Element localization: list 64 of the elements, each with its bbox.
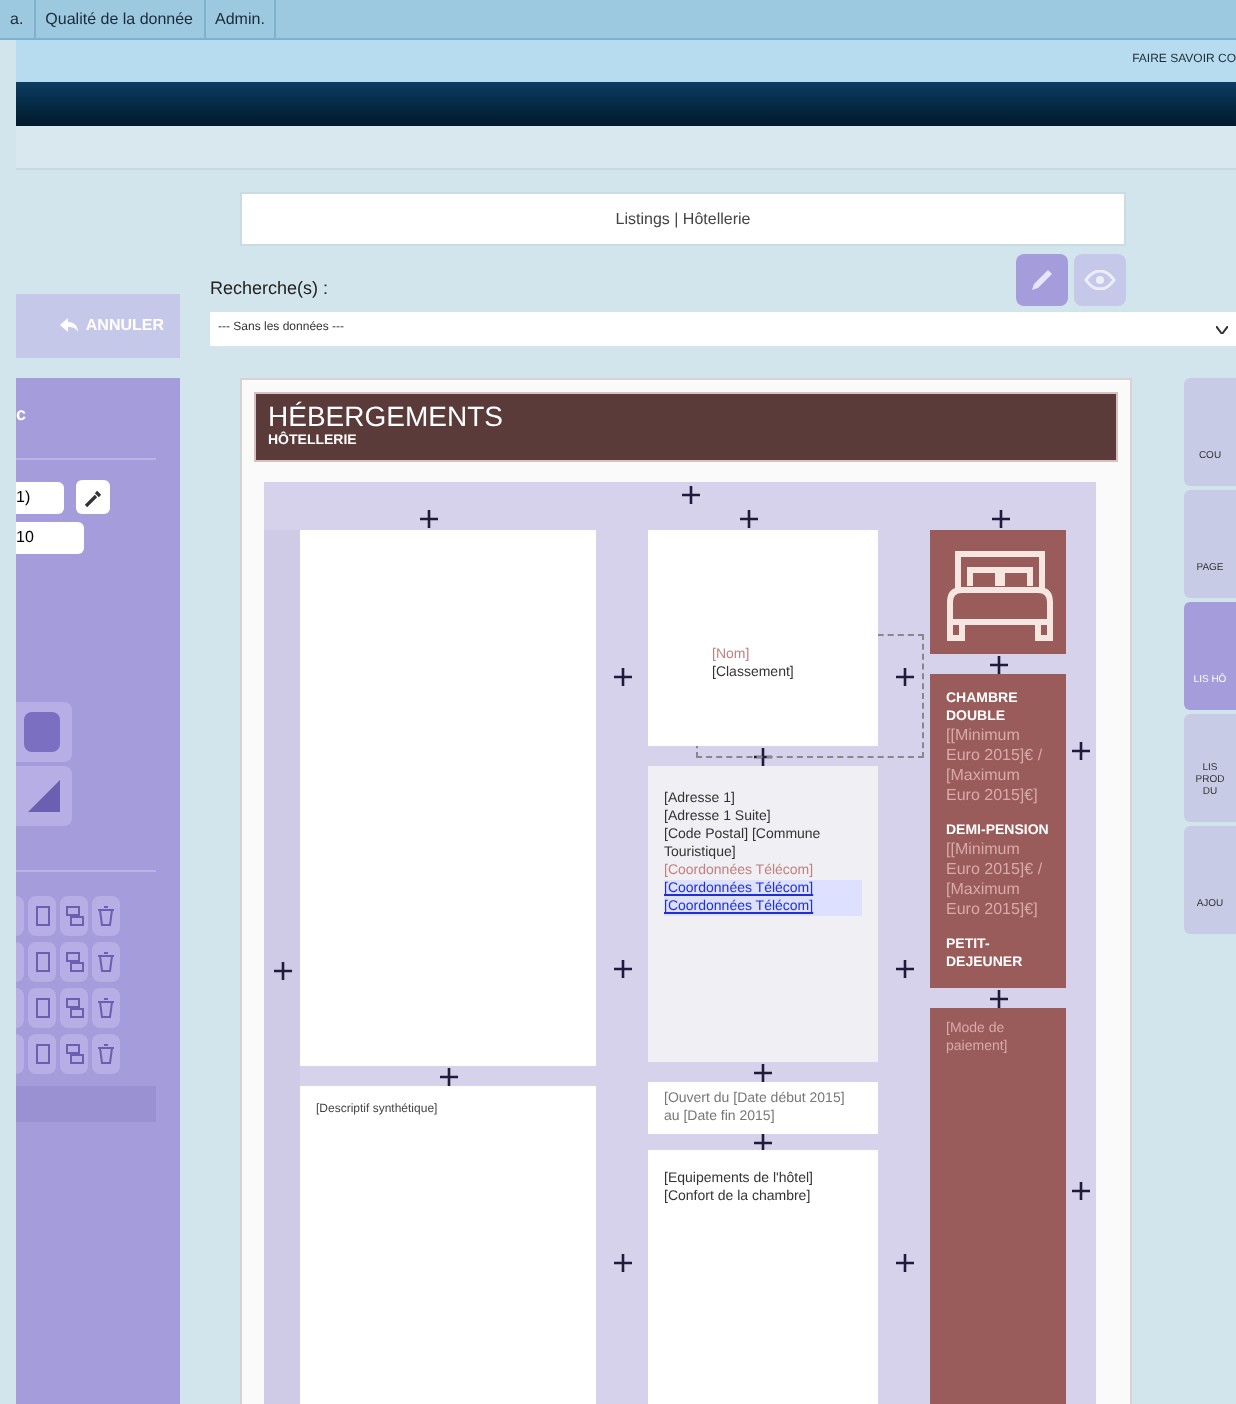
page-icon xyxy=(35,1044,49,1064)
plus-icon[interactable] xyxy=(1072,1181,1090,1199)
duplicate-icon xyxy=(65,1044,83,1064)
duplicate-icon xyxy=(65,952,83,972)
duplicate-icon xyxy=(65,998,83,1018)
eye-icon xyxy=(1084,270,1116,290)
plus-icon[interactable] xyxy=(989,655,1007,673)
field-placeholder: [[Minimum Euro 2015]€ / [Maximum Euro 2015]€] xyxy=(946,726,1045,806)
plus-icon[interactable] xyxy=(989,989,1007,1007)
page-button[interactable] xyxy=(28,942,56,982)
page-icon xyxy=(35,906,49,926)
input-field[interactable]: 10 xyxy=(16,522,84,554)
plus-icon[interactable] xyxy=(613,667,631,686)
page-title: Listings | Hôtellerie xyxy=(615,207,751,231)
duplicate-button[interactable] xyxy=(60,1034,88,1074)
duplicate-button[interactable] xyxy=(60,942,88,982)
top-tab[interactable]: Qualité de la donnée xyxy=(35,0,206,38)
plus-icon[interactable] xyxy=(419,509,437,527)
input-field[interactable]: 1) xyxy=(16,481,64,513)
delete-button[interactable] xyxy=(92,942,120,982)
trash-icon xyxy=(98,906,114,926)
top-tab[interactable]: Admin. xyxy=(205,0,277,38)
duplicate-icon xyxy=(65,906,83,926)
trash-icon xyxy=(98,1044,114,1064)
plus-icon[interactable] xyxy=(895,667,913,686)
plus-icon[interactable] xyxy=(754,1133,772,1151)
duplicate-button[interactable] xyxy=(60,896,88,936)
trash-icon xyxy=(98,952,114,972)
triangle-icon xyxy=(24,776,64,816)
plus-icon[interactable] xyxy=(739,509,757,527)
search-label: Recherche(s) : xyxy=(210,275,329,302)
delete-button[interactable] xyxy=(92,896,120,936)
document-title: HÉBERGEMENTS xyxy=(268,402,505,432)
chevron-down-icon xyxy=(1216,325,1228,333)
delete-button[interactable] xyxy=(92,1034,120,1074)
plus-icon[interactable] xyxy=(273,961,291,979)
page-icon xyxy=(35,998,49,1018)
plus-icon[interactable] xyxy=(895,960,913,979)
plus-icon[interactable] xyxy=(754,1063,772,1081)
layout-cell[interactable] xyxy=(930,530,1066,654)
triangle-shape-button[interactable] xyxy=(16,766,72,826)
eyedropper-icon xyxy=(83,487,103,507)
plus-icon[interactable] xyxy=(439,1067,457,1085)
trash-icon xyxy=(98,998,114,1018)
plus-icon[interactable] xyxy=(613,1254,631,1273)
return-arrow-icon xyxy=(59,318,78,334)
page-button[interactable] xyxy=(28,988,56,1028)
plus-icon[interactable] xyxy=(681,485,699,503)
page-button[interactable] xyxy=(28,896,56,936)
pencil-icon xyxy=(1028,266,1056,294)
page-button[interactable] xyxy=(28,1034,56,1074)
bed-icon xyxy=(942,546,1058,642)
panel-title: c xyxy=(16,402,29,428)
eyedropper-button[interactable] xyxy=(76,480,110,514)
duplicate-button[interactable] xyxy=(60,988,88,1028)
delete-button[interactable] xyxy=(92,988,120,1028)
plus-icon[interactable] xyxy=(991,509,1009,527)
layout-cell[interactable] xyxy=(300,530,596,1066)
field-placeholder: [[Minimum Euro 2015]€ / [Maximum Euro 2015]€] xyxy=(946,840,1045,920)
page-icon xyxy=(35,952,49,972)
plus-icon[interactable] xyxy=(895,1254,913,1273)
top-tab[interactable]: a. xyxy=(0,0,36,38)
plus-icon[interactable] xyxy=(1072,741,1090,759)
plus-icon[interactable] xyxy=(613,960,631,979)
